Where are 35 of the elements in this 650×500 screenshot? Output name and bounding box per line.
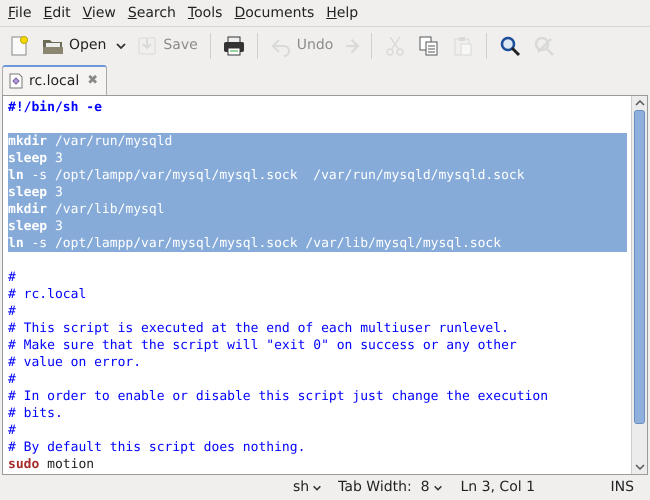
code-line: # <box>8 371 17 388</box>
code-line: sudo motion <box>8 456 96 473</box>
scrollbar[interactable] <box>631 96 647 474</box>
menu-item[interactable]: Search <box>122 1 182 25</box>
code-line: # <box>8 269 17 286</box>
scroll-up-icon <box>634 99 644 107</box>
menu-item[interactable]: File <box>2 1 38 25</box>
menu-item[interactable]: Help <box>320 1 364 25</box>
code-line: # rc.local <box>8 286 88 303</box>
code-line: #!/bin/sh -e <box>8 99 103 116</box>
menu-item[interactable]: Tools <box>182 1 228 25</box>
language-dropdown[interactable]: sh <box>290 477 324 498</box>
file-icon <box>9 73 23 89</box>
code-line: # <box>8 422 17 439</box>
code-line: # This script is executed at the end of each multiuser runlevel. <box>8 320 510 337</box>
document-tab[interactable]: rc.local ✖ <box>2 65 108 95</box>
open-button[interactable]: Open <box>36 30 112 62</box>
insert-mode: INS <box>610 478 634 497</box>
menu-item[interactable]: View <box>76 1 122 25</box>
code-line: # value on error. <box>8 354 142 371</box>
search-icon <box>499 34 522 56</box>
code-line: # <box>8 303 17 320</box>
code-line: # Make sure that the script will "exit 0" on success or any other <box>8 337 518 354</box>
menu-item[interactable]: Documents <box>228 1 320 25</box>
tab-width-dropdown[interactable]: Tab Width: 8 <box>338 477 442 498</box>
copy-icon <box>418 34 440 56</box>
menu-item[interactable]: Edit <box>37 1 77 25</box>
printer-icon <box>222 34 245 56</box>
paste-icon <box>452 34 474 56</box>
code-line: # By default this script does nothing. <box>8 439 306 456</box>
code-line: # In order to enable or disable this script just change the execution <box>8 388 550 405</box>
scroll-down-icon <box>634 463 644 471</box>
code-line: # bits. <box>8 405 64 422</box>
tab-label: rc.local <box>29 72 80 90</box>
cursor-position: Ln 3, Col 1 <box>460 478 536 497</box>
